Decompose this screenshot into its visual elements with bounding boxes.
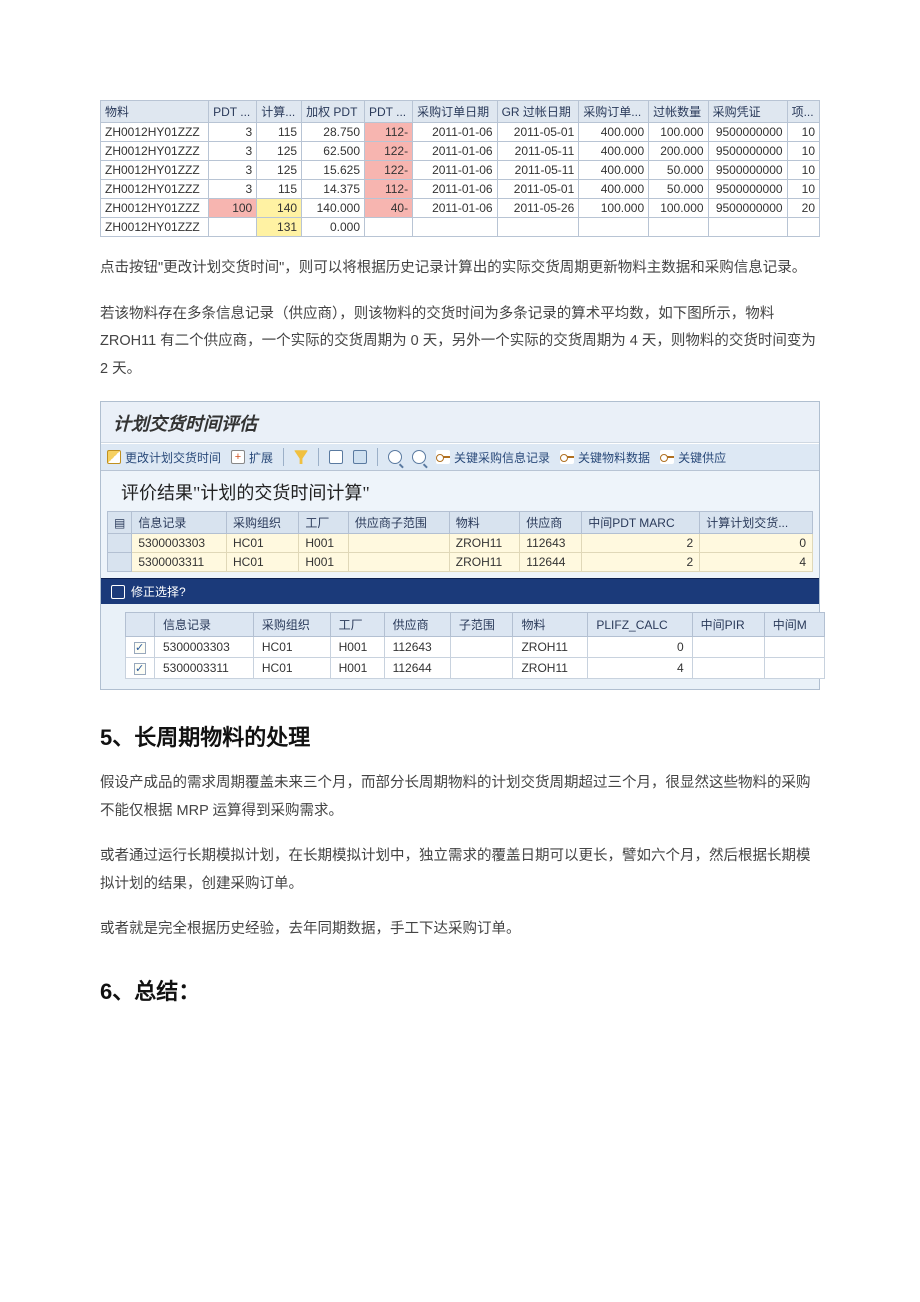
search-icon[interactable]	[388, 450, 402, 464]
table-header: 供应商	[520, 512, 582, 534]
key-material-data-button[interactable]: 关键物料数据	[560, 449, 650, 466]
sap-subtitle: 评价结果"计划的交货时间计算"	[101, 471, 819, 511]
table-row: ZH0012HY01ZZZ100140140.00040-2011-01-062…	[101, 199, 820, 218]
paragraph-4: 或者通过运行长期模拟计划，在长期模拟计划中，独立需求的覆盖日期可以更长，譬如六个…	[100, 843, 820, 898]
table-header: PDT ...	[209, 101, 257, 123]
table-header: 工厂	[299, 512, 348, 534]
row-checkbox[interactable]	[134, 642, 146, 654]
pencil-icon	[107, 450, 121, 464]
change-plan-delivery-button[interactable]: 更改计划交货时间	[107, 449, 221, 466]
data-table-1: 物料PDT ...计算...加权 PDTPDT ...采购订单日期GR 过帐日期…	[100, 100, 820, 237]
table-header: 供应商	[384, 613, 450, 637]
table-header: 过帐数量	[649, 101, 708, 123]
correction-selection-bar[interactable]: 修正选择?	[101, 578, 819, 604]
table-row: ZH0012HY01ZZZ311514.375112-2011-01-06201…	[101, 180, 820, 199]
key-purchase-info-button[interactable]: 关键采购信息记录	[436, 449, 550, 466]
table-header: 物料	[513, 613, 588, 637]
table-header: 信息记录	[155, 613, 254, 637]
paragraph-1: 点击按钮"更改计划交货时间"，则可以将根据历史记录计算出的实际交货周期更新物料主…	[100, 255, 820, 283]
expand-icon	[231, 450, 245, 464]
doc-icon[interactable]	[329, 450, 343, 464]
table-header: 工厂	[330, 613, 384, 637]
table-header: 计算...	[257, 101, 302, 123]
table-header: PLIFZ_CALC	[588, 613, 692, 637]
section-5-heading: 5、长周期物料的处理	[100, 720, 820, 752]
table-header: 中间PIR	[692, 613, 764, 637]
sap-toolbar: 更改计划交货时间 扩展 关键采购信息记录 关键物料数据 关键供应	[101, 443, 819, 471]
table-header: GR 过帐日期	[497, 101, 579, 123]
table-header: 采购订单日期	[413, 101, 497, 123]
table-row[interactable]: 5300003303HC01H001ZROH1111264320	[108, 534, 813, 553]
paragraph-3: 假设产成品的需求周期覆盖未来三个月，而部分长周期物料的计划交货周期超过三个月，很…	[100, 770, 820, 825]
paragraph-5: 或者就是完全根据历史经验，去年同期数据，手工下达采购订单。	[100, 916, 820, 944]
table-header: 信息记录	[132, 512, 227, 534]
table-row[interactable]: 5300003303HC01H001112643ZROH110	[126, 637, 825, 658]
table-header: 采购凭证	[708, 101, 787, 123]
key-icon	[436, 450, 450, 464]
table-header: 加权 PDT	[302, 101, 365, 123]
table-header: 子范围	[450, 613, 513, 637]
key-icon	[560, 450, 574, 464]
table-row: ZH0012HY01ZZZ311528.750112-2011-01-06201…	[101, 123, 820, 142]
table-row: ZH0012HY01ZZZ1310.000	[101, 218, 820, 237]
filter-icon[interactable]	[294, 450, 308, 464]
sap-pane-title: 计划交货时间评估	[101, 402, 819, 443]
sap-evaluation-pane: 计划交货时间评估 更改计划交货时间 扩展 关键采购信息记录 关键物料数据 关键供…	[100, 401, 820, 690]
export-icon	[111, 585, 125, 599]
table-header: 中间PDT MARC	[582, 512, 700, 534]
table-header: 计算计划交货...	[700, 512, 813, 534]
search-next-icon[interactable]	[412, 450, 426, 464]
evaluation-result-table: ▤信息记录采购组织工厂供应商子范围物料供应商中间PDT MARC计算计划交货..…	[107, 511, 813, 572]
toolbar-separator	[283, 448, 284, 466]
table-row: ZH0012HY01ZZZ312562.500122-2011-01-06201…	[101, 142, 820, 161]
table-header: 物料	[101, 101, 209, 123]
table-header: 项...	[787, 101, 819, 123]
table-header: 采购组织	[226, 512, 298, 534]
table-header: 采购订单...	[579, 101, 649, 123]
table-row[interactable]: 5300003311HC01H001ZROH1111264424	[108, 553, 813, 572]
table-row: ZH0012HY01ZZZ312515.625122-2011-01-06201…	[101, 161, 820, 180]
table-header: 供应商子范围	[348, 512, 449, 534]
table-row[interactable]: 5300003311HC01H001112644ZROH114	[126, 658, 825, 679]
doc2-icon[interactable]	[353, 450, 367, 464]
table-header: 物料	[449, 512, 520, 534]
section-6-heading: 6、总结：	[100, 974, 820, 1006]
table-header: PDT ...	[365, 101, 413, 123]
table-header: 采购组织	[253, 613, 330, 637]
key-supply-button[interactable]: 关键供应	[660, 449, 726, 466]
correction-table: 信息记录采购组织工厂供应商子范围物料PLIFZ_CALC中间PIR中间M 530…	[125, 612, 825, 679]
row-checkbox[interactable]	[134, 663, 146, 675]
key-icon	[660, 450, 674, 464]
paragraph-2: 若该物料存在多条信息记录（供应商），则该物料的交货时间为多条记录的算术平均数，如…	[100, 301, 820, 384]
table-header: 中间M	[764, 613, 824, 637]
expand-button[interactable]: 扩展	[231, 449, 273, 466]
